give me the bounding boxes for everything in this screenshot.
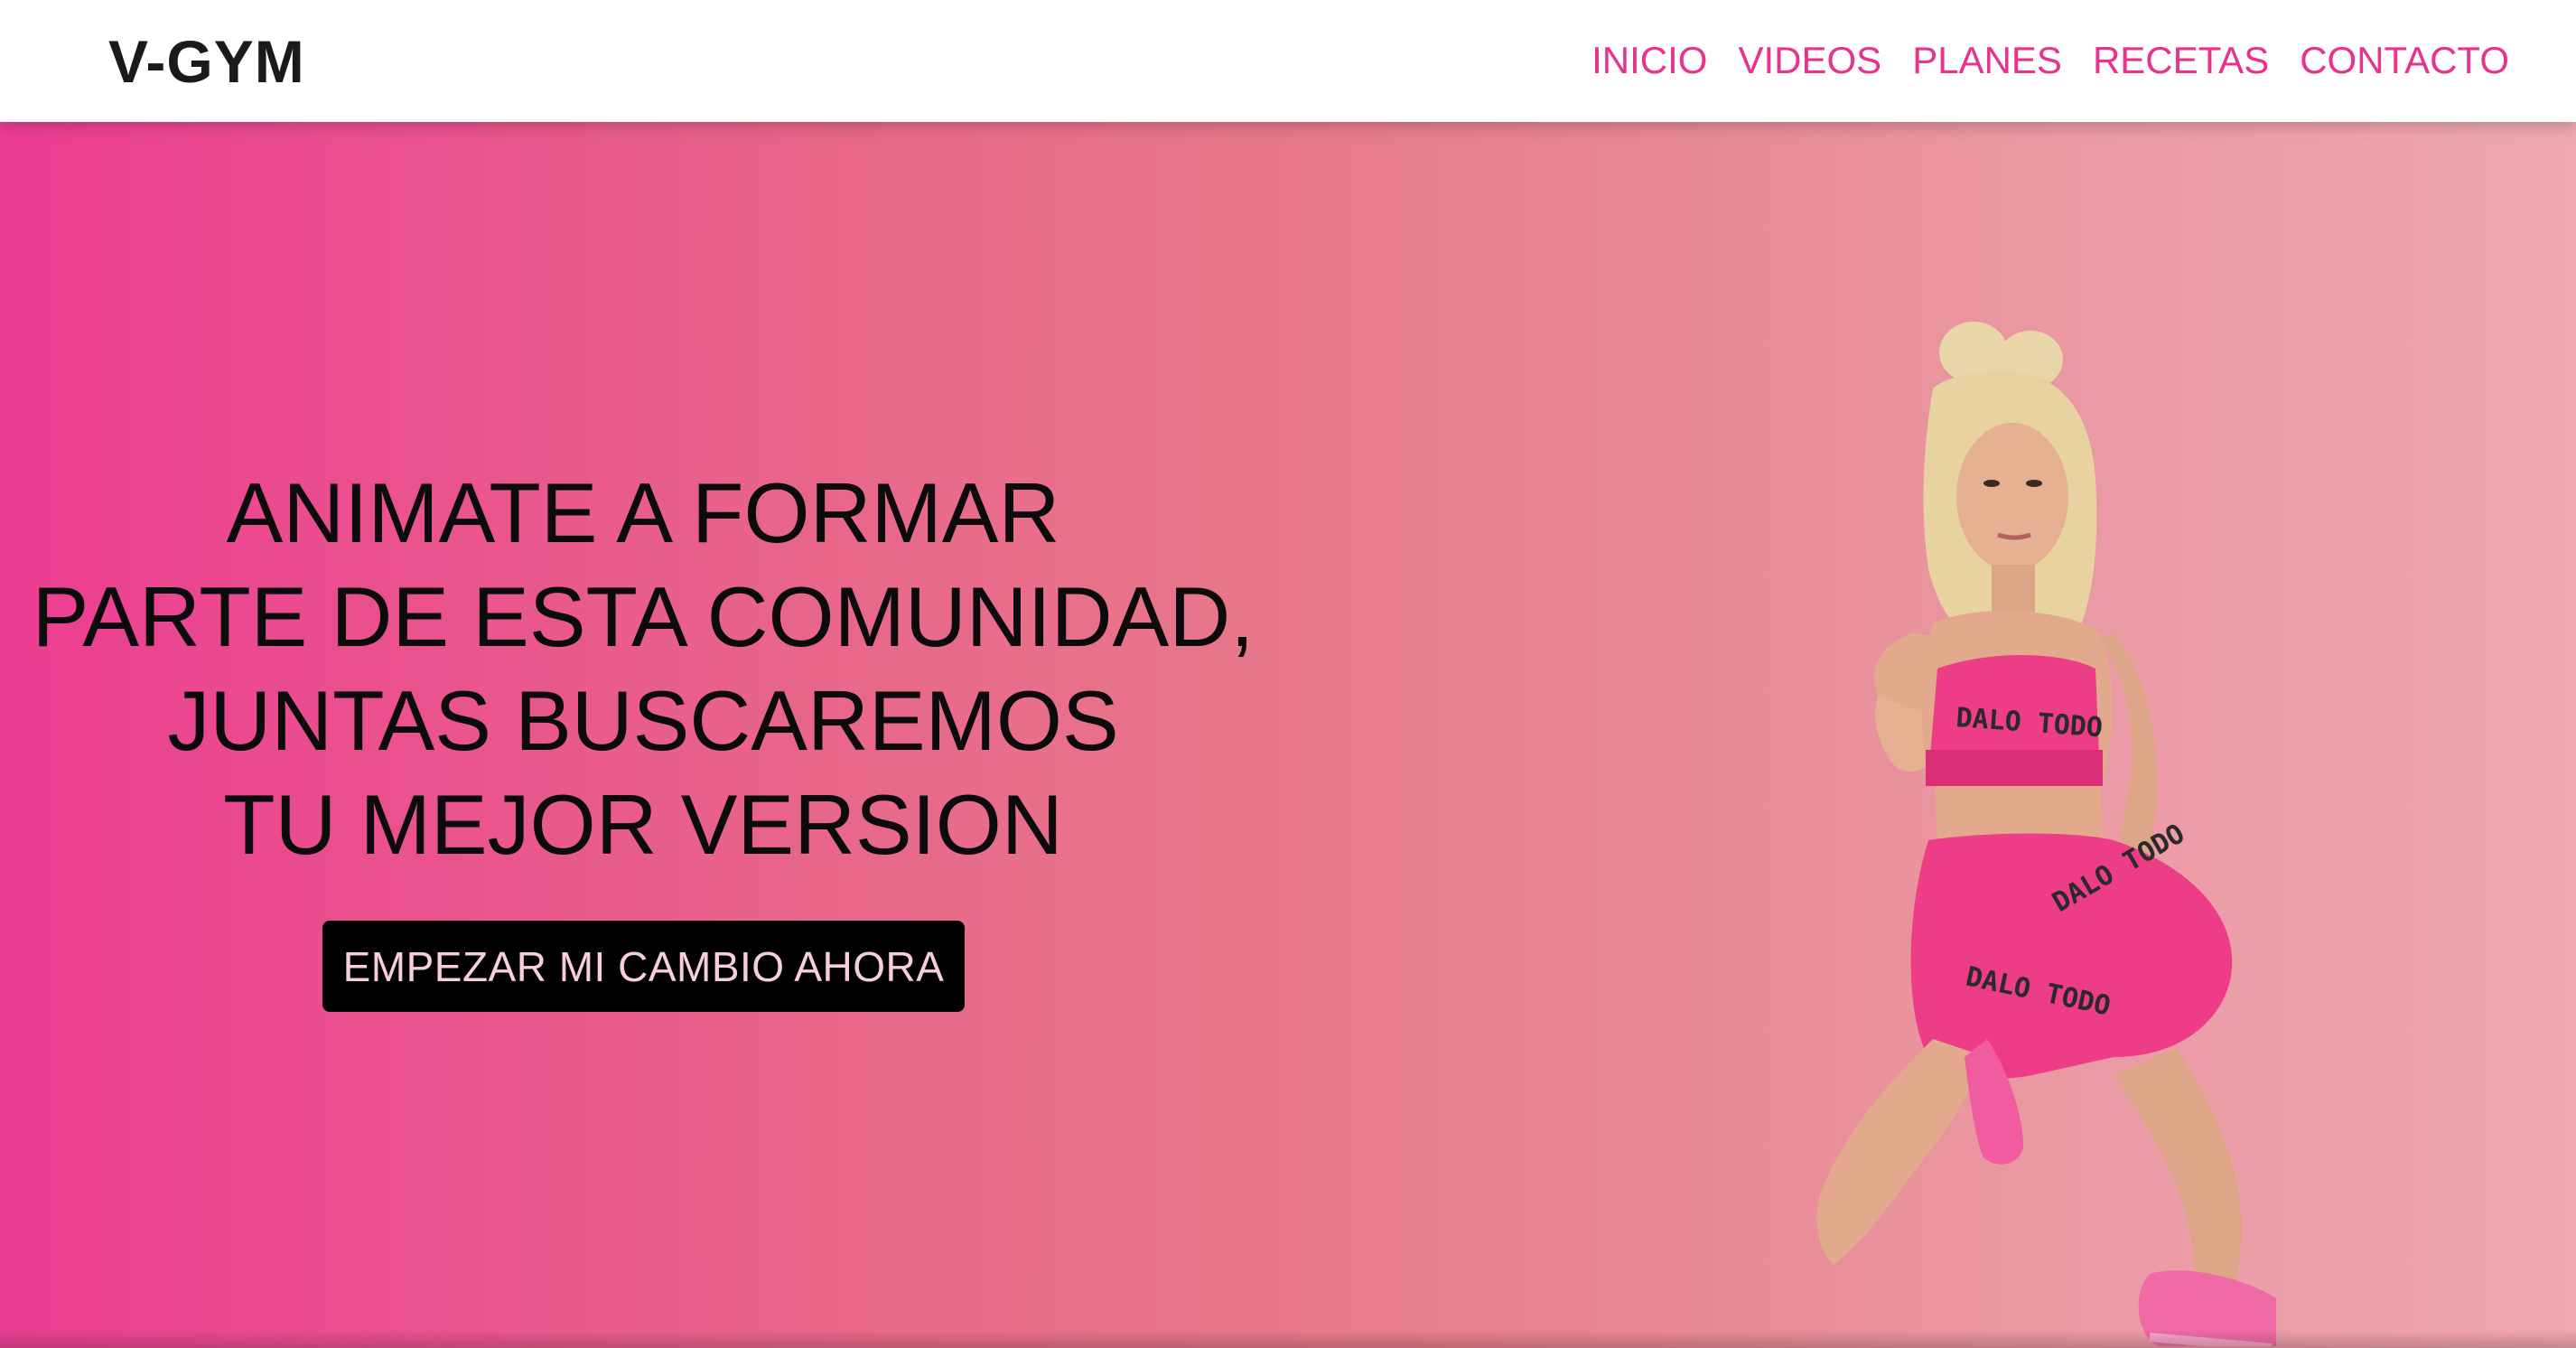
hero-athlete-image: DALO TODO DALO TODO DALO TODO bbox=[1816, 322, 2276, 1346]
nav-link-videos[interactable]: VIDEOS bbox=[1738, 34, 1881, 87]
start-change-button[interactable]: EMPEZAR MI CAMBIO AHORA bbox=[322, 921, 965, 1012]
nav-link-inicio[interactable]: INICIO bbox=[1591, 34, 1707, 87]
nav-link-planes[interactable]: PLANES bbox=[1912, 34, 2062, 87]
headline-line-3: JUNTAS BUSCAREMOS bbox=[167, 673, 1119, 768]
hero-bottom-edge bbox=[0, 1330, 2576, 1348]
hero-section: ANIMATE A FORMAR PARTE DE ESTA COMUNIDAD… bbox=[0, 122, 2576, 1348]
hero-headline: ANIMATE A FORMAR PARTE DE ESTA COMUNIDAD… bbox=[0, 461, 1286, 876]
site-logo[interactable]: V-GYM bbox=[108, 27, 305, 96]
main-nav: INICIO VIDEOS PLANES RECETAS CONTACTO bbox=[1591, 34, 2509, 87]
headline-line-2: PARTE DE ESTA COMUNIDAD, bbox=[32, 569, 1255, 664]
headline-line-4: TU MEJOR VERSION bbox=[223, 777, 1063, 872]
nav-link-contacto[interactable]: CONTACTO bbox=[2300, 34, 2509, 87]
headline-line-1: ANIMATE A FORMAR bbox=[226, 465, 1060, 560]
top-navbar: V-GYM INICIO VIDEOS PLANES RECETAS CONTA… bbox=[0, 0, 2576, 122]
nav-link-recetas[interactable]: RECETAS bbox=[2093, 34, 2269, 87]
